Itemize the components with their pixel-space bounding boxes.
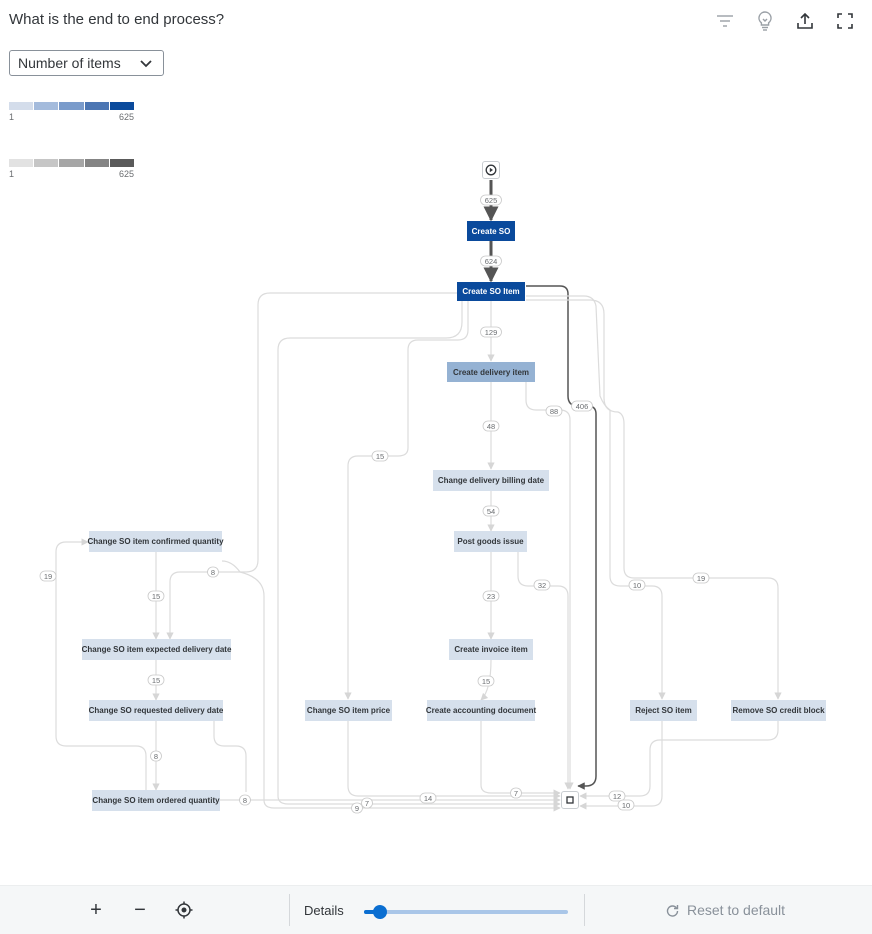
edge-count-text: 19 bbox=[697, 574, 705, 583]
node-change-so-item-expected-delivery-date[interactable]: Change SO item expected delivery date bbox=[82, 639, 231, 660]
edge-count-text: 15 bbox=[376, 452, 384, 461]
edge-count-label: 12 bbox=[608, 790, 626, 802]
edge-count-label: 129 bbox=[480, 326, 502, 338]
node-change-so-item-price[interactable]: Change SO item price bbox=[305, 700, 392, 721]
reset-label: Reset to default bbox=[687, 902, 786, 918]
edge-so-item-end bbox=[526, 285, 597, 790]
edge-count-text: 15 bbox=[152, 592, 160, 601]
edge-count-label: 8 bbox=[207, 566, 219, 578]
edge-count-label: 15 bbox=[147, 590, 165, 602]
edge-count-label: 7 bbox=[361, 797, 373, 809]
edge-count-label: 10 bbox=[628, 579, 646, 591]
edge-count-text: 625 bbox=[485, 196, 498, 205]
edge-count-label: 32 bbox=[533, 579, 551, 591]
edge-count-text: 15 bbox=[152, 676, 160, 685]
edge-count-label: 23 bbox=[482, 590, 500, 602]
node-create-so-item[interactable]: Create SO Item bbox=[457, 282, 525, 301]
edge-count-text: 48 bbox=[487, 422, 495, 431]
edge-count-label: 88 bbox=[545, 405, 563, 417]
recenter-button[interactable] bbox=[172, 898, 196, 922]
edge-count-label: 19 bbox=[39, 570, 57, 582]
edge-bottom-lane-9 bbox=[221, 560, 561, 812]
edge-count-text: 88 bbox=[550, 407, 558, 416]
edge-count-text: 8 bbox=[211, 568, 215, 577]
edge-count-text: 23 bbox=[487, 592, 495, 601]
process-graph[interactable]: 6256241294068848541523321571519 81588 7914… bbox=[0, 0, 872, 885]
node-change-so-item-confirmed-quantity[interactable]: Change SO item confirmed quantity bbox=[88, 531, 224, 552]
edge-count-label: 19 bbox=[692, 572, 710, 584]
edge-count-text: 15 bbox=[482, 677, 490, 686]
details-slider-handle[interactable] bbox=[373, 905, 388, 919]
edge-item-price-end bbox=[347, 721, 561, 800]
edge-count-text: 32 bbox=[538, 581, 546, 590]
node-change-so-requested-delivery-date[interactable]: Change SO requested delivery date bbox=[89, 700, 223, 721]
edge-requested-down bbox=[213, 721, 247, 792]
edge-count-text: 406 bbox=[576, 402, 589, 411]
details-label: Details bbox=[304, 903, 344, 918]
plus-icon: + bbox=[90, 898, 102, 921]
edge-count-label: 8 bbox=[150, 750, 162, 762]
node-post-goods-issue[interactable]: Post goods issue bbox=[454, 531, 527, 552]
edge-count-text: 9 bbox=[355, 804, 359, 813]
edge-count-text: 129 bbox=[485, 328, 498, 337]
details-slider[interactable] bbox=[364, 905, 568, 919]
node-create-delivery-item[interactable]: Create delivery item bbox=[447, 362, 535, 382]
edge-count-text: 19 bbox=[44, 572, 52, 581]
edge-count-label: 14 bbox=[419, 792, 437, 804]
edge-count-label: 625 bbox=[480, 194, 502, 206]
start-node[interactable] bbox=[482, 161, 500, 179]
end-node[interactable] bbox=[561, 791, 579, 809]
node-remove-so-credit-block[interactable]: Remove SO credit block bbox=[731, 700, 826, 721]
zoom-out-button[interactable]: − bbox=[128, 898, 152, 922]
node-create-so[interactable]: Create SO bbox=[467, 221, 515, 241]
edge-so-item-expected-date bbox=[166, 292, 457, 640]
edge-count-label: 10 bbox=[617, 799, 635, 811]
edge-count-label: 15 bbox=[371, 450, 389, 462]
play-icon bbox=[485, 164, 497, 176]
edge-count-label: 624 bbox=[480, 255, 502, 267]
edge-count-text: 624 bbox=[485, 257, 498, 266]
reset-icon bbox=[666, 904, 679, 917]
edge-count-label: 9 bbox=[351, 802, 363, 814]
edge-so-item-credit-block bbox=[526, 299, 782, 700]
node-create-accounting-document[interactable]: Create accounting document bbox=[426, 700, 536, 721]
edge-credit-block-end bbox=[579, 721, 779, 800]
edge-so-item-reject bbox=[526, 295, 666, 700]
edge-count-text: 10 bbox=[622, 801, 630, 810]
edge-count-text: 14 bbox=[424, 794, 432, 803]
edge-count-text: 12 bbox=[613, 792, 621, 801]
node-change-so-item-ordered-quantity[interactable]: Change SO item ordered quantity bbox=[92, 790, 220, 811]
edge-count-text: 54 bbox=[487, 507, 495, 516]
edge-count-text: 8 bbox=[243, 796, 247, 805]
target-icon bbox=[175, 901, 193, 919]
node-create-invoice-item[interactable]: Create invoice item bbox=[449, 639, 533, 660]
edge-count-text: 8 bbox=[154, 752, 158, 761]
edge-count-label: 7 bbox=[510, 787, 522, 799]
edge-count-label: 8 bbox=[239, 794, 251, 806]
edge-count-label: 48 bbox=[482, 420, 500, 432]
edge-count-text: 7 bbox=[365, 799, 369, 808]
toolbar-divider bbox=[289, 894, 290, 926]
zoom-in-button[interactable]: + bbox=[84, 898, 108, 922]
edge-loop-confirmed bbox=[55, 538, 147, 790]
edge-count-text: 10 bbox=[633, 581, 641, 590]
edge-count-label: 54 bbox=[482, 505, 500, 517]
edge-count-label: 15 bbox=[147, 674, 165, 686]
edge-count-label: 406 bbox=[571, 400, 593, 412]
reset-to-default-button[interactable]: Reset to default bbox=[666, 902, 785, 918]
toolbar-divider bbox=[584, 894, 585, 926]
node-reject-so-item[interactable]: Reject SO item bbox=[630, 700, 697, 721]
edge-accounting-end bbox=[480, 721, 561, 797]
edge-count-label: 15 bbox=[477, 675, 495, 687]
edge-count-text: 7 bbox=[514, 789, 518, 798]
node-change-delivery-billing-date[interactable]: Change delivery billing date bbox=[433, 470, 549, 491]
bottom-toolbar: + − Details Reset to default bbox=[0, 885, 872, 934]
stop-icon bbox=[566, 796, 574, 804]
minus-icon: − bbox=[134, 898, 146, 921]
